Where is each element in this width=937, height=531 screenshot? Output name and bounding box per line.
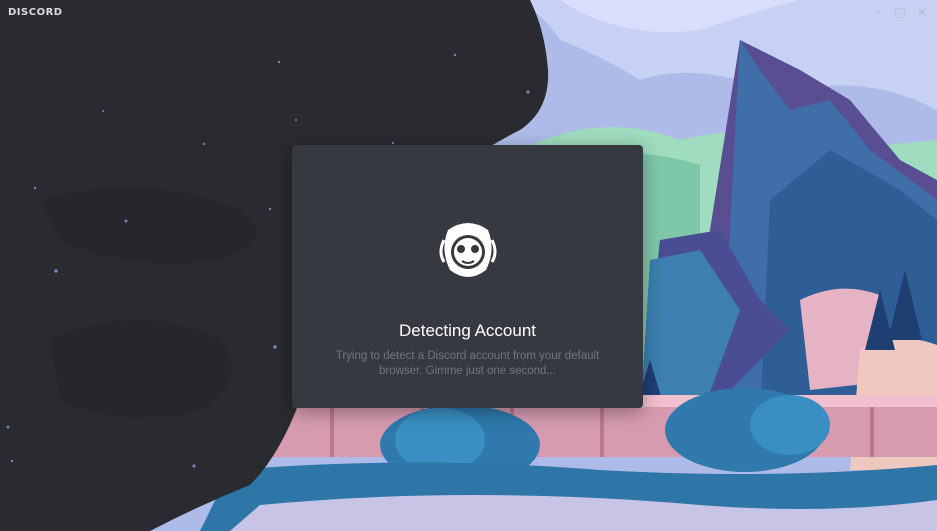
minimize-button[interactable]: – xyxy=(867,0,889,24)
detecting-account-dialog: Detecting Account Trying to detect a Dis… xyxy=(292,145,643,408)
dialog-heading: Detecting Account xyxy=(398,321,537,340)
window-controls: – □ ✕ xyxy=(867,0,933,24)
dialog-message: Trying to detect a Discord account from … xyxy=(335,350,600,377)
maximize-button[interactable]: □ xyxy=(889,0,911,24)
title-bar[interactable]: DISCORD – □ ✕ xyxy=(0,0,937,24)
close-button[interactable]: ✕ xyxy=(911,0,933,24)
app-title: DISCORD xyxy=(8,6,63,18)
discord-logo-icon xyxy=(436,216,500,284)
